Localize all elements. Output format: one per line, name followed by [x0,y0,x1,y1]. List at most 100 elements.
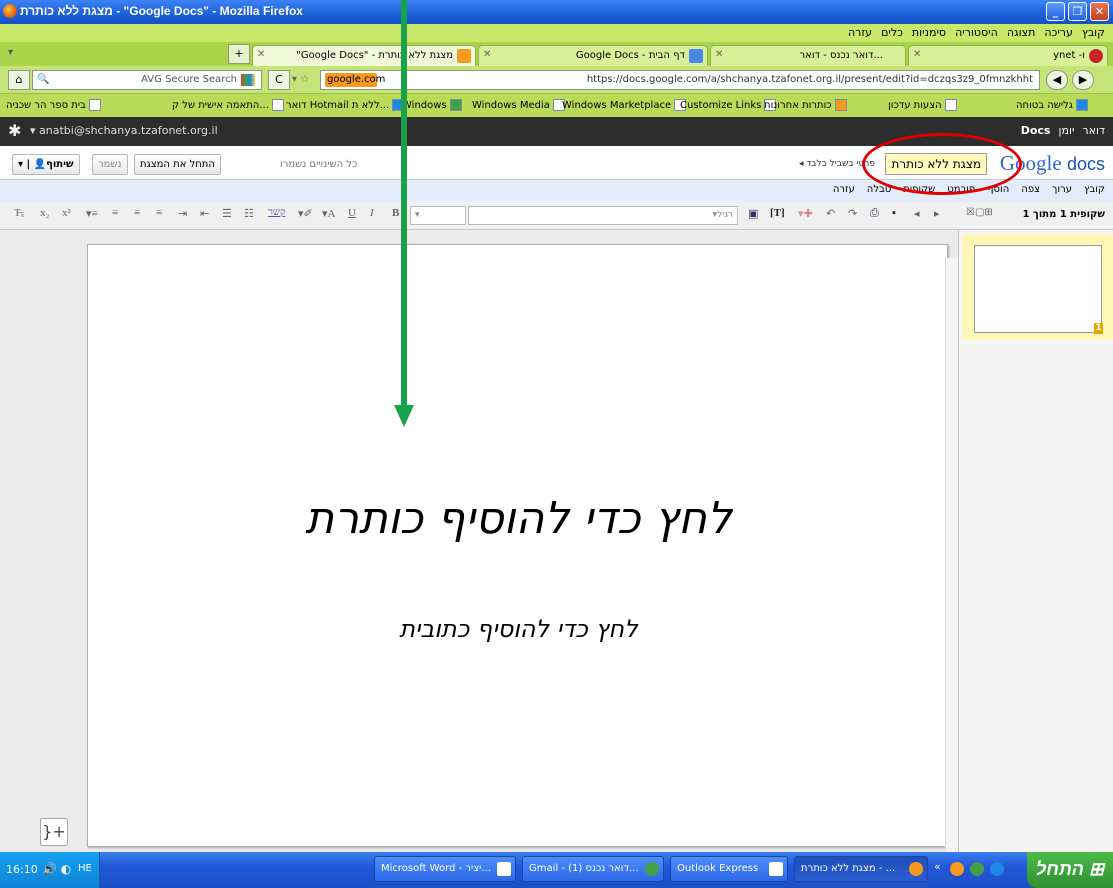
docs-menu-item[interactable]: עזרה [833,184,855,195]
tab-close-icon[interactable]: ✕ [715,49,723,60]
print-icon[interactable]: ⎙ [870,207,879,220]
gbar-link-calendar[interactable]: יומן [1058,124,1074,137]
tab-close-icon[interactable]: ✕ [913,49,921,60]
bookmark-star-icon[interactable]: ▾ ☆ [292,74,309,85]
url-bar[interactable]: google.com https://docs.google.com/a/shc… [320,70,1040,90]
bold-icon[interactable]: B [392,207,399,219]
redo-icon[interactable]: ↷ [848,207,857,220]
slide-canvas[interactable]: לחץ כדי להוסיף כותרת לחץ כדי להוסיף כתוב… [87,244,948,847]
slide-tools-icon[interactable]: ☒▢⊞ [966,207,993,218]
slide-thumbnail[interactable] [974,245,1102,333]
gbar-link-docs[interactable]: Docs [1021,124,1051,137]
bookmark-school[interactable]: בית ספר הר שכניה [6,99,101,111]
bookmark-customize-links[interactable]: Customize Links [680,99,777,111]
language-indicator[interactable]: HE [78,863,92,874]
docs-menu-item[interactable]: ערוך [1052,184,1072,195]
text-color-icon[interactable]: ▾A [322,207,335,220]
gear-icon[interactable]: ✱ [8,121,21,140]
italic-icon[interactable]: I [370,207,374,219]
next-slide-icon[interactable]: ◂ [914,207,920,220]
align-left-icon[interactable]: ≡ [156,207,162,219]
underline-icon[interactable]: U [348,207,356,219]
tab-list-icon[interactable]: ▾ [8,47,13,58]
quick-launch-firefox-icon[interactable] [950,862,964,876]
account-email[interactable]: ▾ anatbi@shchanya.tzafonet.org.il [30,124,218,137]
close-icon[interactable]: ✕ [1090,2,1109,21]
new-tab-button[interactable]: + [228,44,250,64]
align-right-icon[interactable]: ≡ [112,207,118,219]
tab-close-icon[interactable]: ✕ [257,49,265,60]
bulleted-list-icon[interactable]: ☰ [222,207,232,220]
browser-menu-item[interactable]: סימניות [912,26,946,39]
windows-taskbar: 16:10 🔊 ◐ HE Microsoft Word - יציר... Gm… [0,852,1113,888]
bookmark-suggest-updates[interactable]: הצעות עדכון [888,99,957,111]
font-size-select[interactable]: ▾ [410,206,466,225]
bookmark-windows-media[interactable]: Windows Media [472,99,565,111]
tab-ynet[interactable]: ✕ ynet -ו [908,45,1108,66]
docs-favicon-icon [689,49,703,63]
forward-icon[interactable]: ▶ [1072,70,1094,90]
bookmark-customize-ie[interactable]: התאמה אישית של ק... [172,99,284,111]
home-icon[interactable]: ⌂ [8,70,30,90]
bookmark-safe-browsing[interactable]: גלישה בטוחה [1016,99,1088,111]
subscript-icon[interactable]: x₂ [40,207,49,219]
back-icon[interactable]: ◀ [1046,70,1068,90]
window-title: מצגת ללא כותרת - "Google Docs" - Mozilla… [20,4,303,18]
quick-launch-expand-icon[interactable]: « [934,860,941,873]
task-firefox-presentation[interactable]: מצגת ללא כותרת - ... [794,856,928,882]
insert-textbox-icon[interactable]: [T] [770,207,785,219]
font-family-select[interactable]: ▾ רגיל [468,206,738,225]
prev-slide-icon[interactable]: ▸ [934,207,940,220]
browser-menu-item[interactable]: היסטוריה [955,26,998,39]
tab-untitled-presentation[interactable]: ✕ "Google Docs" - מצגת ללא כותרת [252,45,476,66]
saved-button[interactable]: נשמר [92,154,128,175]
quick-launch-ie-icon[interactable] [990,862,1004,876]
tray-icons[interactable]: 🔊 ◐ [42,862,71,876]
indent-icon[interactable]: ⇥ [178,207,187,220]
docs-menu-item[interactable]: צפה [1021,184,1040,195]
align-center-icon[interactable]: ≡ [134,207,140,219]
share-button[interactable]: ▾ | 👤שיתוף [12,154,80,175]
tab-docs-home[interactable]: ✕ Google Docs - דף הבית [478,45,708,66]
task-outlook-express[interactable]: Outlook Express [670,856,788,882]
tab-close-icon[interactable]: ✕ [483,49,491,60]
insert-shape-icon[interactable]: ▾✚ [798,207,813,220]
minimize-icon[interactable]: _ [1046,2,1065,21]
word-icon [497,862,511,876]
bookmark-windows-marketplace[interactable]: Windows Marketplace [562,99,687,111]
numbered-list-icon[interactable]: ☷ [244,207,254,220]
start-button[interactable]: התחל ⊞ [1027,852,1113,888]
maximize-icon[interactable]: ❐ [1068,2,1087,21]
browser-menu-item[interactable]: כלים [881,26,903,39]
outdent-icon[interactable]: ⇤ [200,207,209,220]
docs-menu-item[interactable]: קובץ [1084,184,1105,195]
tab-label: ynet -ו [1053,50,1085,61]
highlight-color-icon[interactable]: ▾✐ [298,207,313,220]
search-box[interactable]: 🔍 AVG Secure Search [32,70,262,90]
slide-title-placeholder[interactable]: לחץ כדי להוסיף כותרת [88,493,949,544]
browser-menu-item[interactable]: עריכה [1044,26,1073,39]
task-gmail[interactable]: Gmail - דואר נכנס (1)... [522,856,664,882]
insert-image-icon[interactable]: ▣ [748,207,758,220]
browser-menu-item[interactable]: קובץ [1082,26,1105,39]
bookmark-hotmail[interactable]: דואר Hotmail ללא ת... [286,99,405,111]
reload-icon[interactable]: C [268,70,290,90]
quick-launch-chrome-icon[interactable] [970,862,984,876]
browser-menu-item[interactable]: תצוגה [1007,26,1035,39]
bookmark-windows[interactable]: Windows [402,99,462,111]
link-button[interactable]: קשר [268,207,285,218]
slide-subtitle-placeholder[interactable]: לחץ כדי להוסיף כתובית [88,615,949,643]
clear-format-icon[interactable]: T̶ₓ [14,207,24,219]
start-presentation-button[interactable]: התחל את המצגת [134,154,221,175]
save-icon[interactable]: ▪ [892,207,896,219]
task-word[interactable]: Microsoft Word - יציר... [374,856,516,882]
undo-icon[interactable]: ↶ [826,207,835,220]
superscript-icon[interactable]: x² [62,207,71,219]
align-menu-icon[interactable]: ▾≡ [86,207,98,220]
add-speaker-notes-icon[interactable]: }+ [40,818,68,846]
vertical-scrollbar[interactable] [945,258,958,852]
tab-inbox[interactable]: ✕ דואר נכנס - דואר... [710,45,906,66]
browser-menu-item[interactable]: עזרה [848,26,872,39]
gbar-link-mail[interactable]: דואר [1082,124,1105,137]
bookmark-latest-headlines[interactable]: כותרות אחרונות [764,99,847,111]
